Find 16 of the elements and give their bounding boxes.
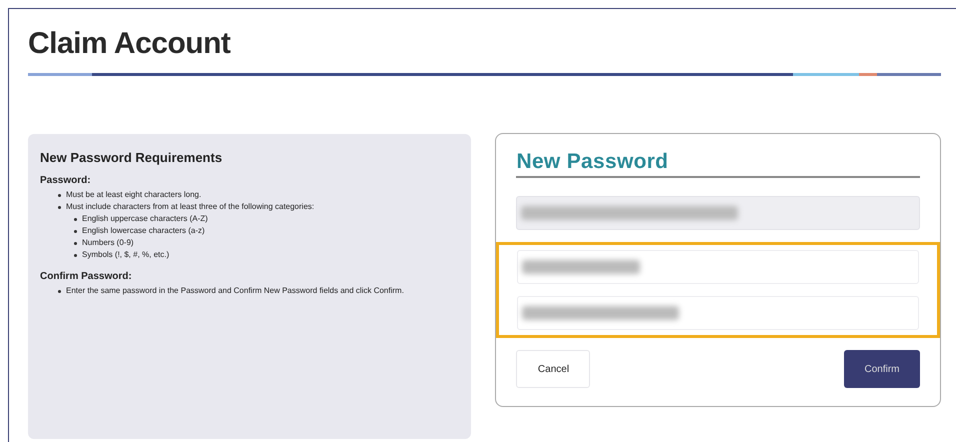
requirement-text: Symbols (!, $, #, %, etc.) (82, 249, 170, 261)
requirement-text: English uppercase characters (A-Z) (82, 213, 208, 225)
password-field[interactable] (517, 296, 919, 330)
section-heading: Password: (40, 175, 92, 186)
section-heading: Confirm Password: (40, 271, 133, 282)
confirm-button[interactable]: Confirm (844, 350, 920, 388)
requirement-text: English lowercase characters (a-z) (82, 225, 205, 237)
requirement-text: Numbers (0-9) (82, 237, 134, 249)
card-title: New Password (516, 150, 920, 178)
cancel-button[interactable]: Cancel (516, 350, 590, 388)
password-field[interactable] (517, 250, 919, 284)
panel-title: New Password Requirements (40, 150, 224, 165)
requirement-text: Must be at least eight characters long. (66, 189, 202, 201)
requirement-text: Must include characters from at least three of the following categories: (66, 201, 314, 213)
requirement-text: Enter the same password in the Password and Confirm New Password fields and click Confirm. (66, 285, 404, 297)
page-title: Claim Account (28, 27, 232, 61)
